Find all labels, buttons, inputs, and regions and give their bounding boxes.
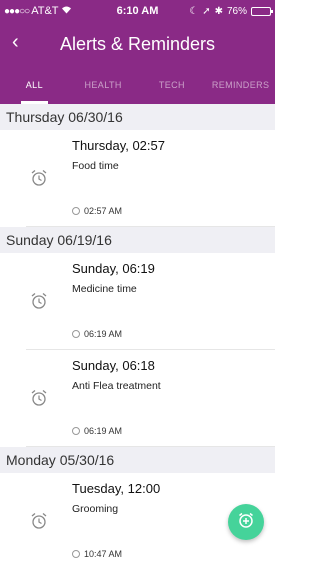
clock-icon: [72, 427, 80, 435]
item-description: Food time: [72, 160, 119, 172]
item-time-text: 06:19 AM: [84, 329, 123, 339]
item-time: 06:19 AM: [72, 426, 122, 436]
tab-tech[interactable]: TECH: [138, 66, 207, 104]
item-title: Tuesday, 12:00: [72, 481, 161, 496]
item-title: Sunday, 06:18: [72, 358, 155, 373]
list-item[interactable]: Sunday, 06:18 Anti Flea treatment 06:19 …: [26, 350, 275, 447]
alerts-list: Thursday 06/30/16 Thursday, 02:57 Food t…: [0, 104, 275, 569]
list-item[interactable]: Thursday, 02:57 Food time 02:57 AM: [26, 130, 275, 227]
item-time-text: 06:19 AM: [84, 426, 123, 436]
status-left: ●●●○○ AT&T: [4, 5, 72, 17]
clock-icon: [72, 550, 80, 558]
status-bar: ●●●○○ AT&T 6:10 AM ☾ ➚ ✱ 76%: [0, 0, 275, 22]
item-time: 06:19 AM: [72, 329, 122, 339]
section-header: Thursday 06/30/16: [0, 104, 275, 130]
bluetooth-icon: ✱: [214, 5, 223, 17]
nav-bar: ‹ Alerts & Reminders: [0, 22, 275, 66]
item-title: Thursday, 02:57: [72, 138, 165, 153]
item-description: Medicine time: [72, 283, 137, 295]
alarm-clock-icon: [30, 511, 48, 531]
item-description: Anti Flea treatment: [72, 380, 161, 392]
alarm-clock-icon: [30, 388, 48, 408]
tab-all-label: ALL: [25, 80, 43, 90]
item-time: 02:57 AM: [72, 206, 122, 216]
clock-icon: [72, 330, 80, 338]
tab-tech-label: TECH: [158, 80, 185, 90]
tab-reminders-label: REMINDERS: [211, 80, 270, 90]
item-time-text: 10:47 AM: [84, 549, 123, 559]
battery-percent: 76%: [226, 5, 247, 17]
add-alarm-button[interactable]: [228, 504, 264, 540]
alarm-clock-icon: [30, 168, 48, 188]
location-icon: ➚: [202, 5, 211, 17]
section-header: Sunday 06/19/16: [0, 227, 275, 253]
tab-all[interactable]: ALL: [0, 66, 69, 104]
tab-reminders[interactable]: REMINDERS: [206, 66, 275, 104]
alarm-clock-icon: [30, 291, 48, 311]
tab-health-label: HEALTH: [84, 80, 122, 90]
item-title: Sunday, 06:19: [72, 261, 155, 276]
chevron-left-icon[interactable]: ‹: [12, 32, 19, 52]
item-time-text: 02:57 AM: [84, 206, 123, 216]
tab-health[interactable]: HEALTH: [69, 66, 138, 104]
add-alarm-icon: [237, 511, 255, 534]
signal-icon: ●●●○○: [4, 5, 30, 17]
clock-icon: [72, 207, 80, 215]
battery-icon: [251, 6, 273, 16]
carrier-label: AT&T: [31, 5, 59, 17]
list-item[interactable]: Sunday, 06:19 Medicine time 06:19 AM: [26, 253, 275, 350]
status-right: ☾ ➚ ✱ 76%: [189, 5, 273, 17]
app-header: ●●●○○ AT&T 6:10 AM ☾ ➚ ✱ 76% ‹ Alerts & …: [0, 0, 275, 104]
tab-bar: ALL HEALTH TECH REMINDERS: [0, 66, 275, 104]
wifi-icon: [61, 5, 72, 17]
section-header: Monday 05/30/16: [0, 447, 275, 473]
item-description: Grooming: [72, 503, 119, 515]
page-title: Alerts & Reminders: [59, 33, 216, 54]
moon-icon: ☾: [189, 5, 199, 17]
item-time: 10:47 AM: [72, 549, 122, 559]
